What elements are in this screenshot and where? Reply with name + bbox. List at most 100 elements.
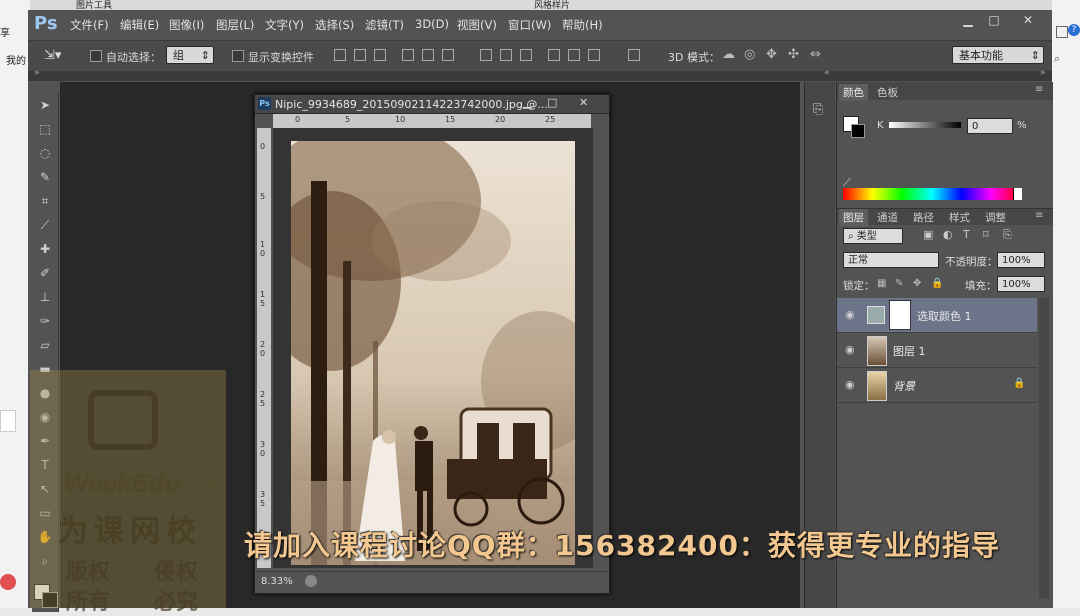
brush-tool-icon[interactable]: ✐ xyxy=(36,264,54,282)
color-ramp[interactable] xyxy=(843,188,1021,200)
eye-icon[interactable]: ◉ xyxy=(845,378,855,391)
distribute-right-icon[interactable] xyxy=(588,49,600,61)
move-tool-icon[interactable]: ➤ xyxy=(36,96,54,114)
layer-name[interactable]: 背景 xyxy=(893,378,915,394)
lock-all-icon[interactable]: 🔒 xyxy=(931,278,943,289)
help-icon[interactable]: ? xyxy=(1068,24,1080,36)
doc-restore-button[interactable]: □ xyxy=(547,96,557,109)
align-left-icon[interactable] xyxy=(402,49,414,61)
doc-minimize-button[interactable]: ▁ xyxy=(523,96,531,109)
filter-adjust-icon[interactable]: ◐ xyxy=(943,228,953,241)
eraser-tool-icon[interactable]: ▱ xyxy=(36,336,54,354)
menu-layer[interactable]: 图层(L) xyxy=(216,17,254,33)
distribute-vcenter-icon[interactable] xyxy=(500,49,512,61)
layers-panel-menu-icon[interactable]: ≡ xyxy=(1035,210,1043,221)
tab-adjustments[interactable]: 调整 xyxy=(981,209,1010,226)
k-value-input[interactable]: 0 xyxy=(967,118,1013,134)
tab-layers[interactable]: 图层 xyxy=(839,209,868,226)
eye-icon[interactable]: ◉ xyxy=(845,343,855,356)
tab-swatches[interactable]: 色板 xyxy=(873,84,902,101)
k-slider[interactable] xyxy=(889,122,961,128)
distribute-top-icon[interactable] xyxy=(480,49,492,61)
minimize-button[interactable]: ▁ xyxy=(960,13,976,27)
3d-pan-icon[interactable]: ✥ xyxy=(766,47,777,62)
collapse-right-icon[interactable]: » xyxy=(1040,68,1046,78)
layer-mask-thumb[interactable] xyxy=(889,300,911,330)
browser-app-icon[interactable] xyxy=(0,574,16,590)
align-right-icon[interactable] xyxy=(442,49,454,61)
lock-pixels-icon[interactable]: ▦ xyxy=(877,278,886,289)
color-bg-swatch[interactable] xyxy=(851,124,865,138)
3d-roll-icon[interactable]: ◎ xyxy=(744,47,755,62)
collapse-toolbox-icon[interactable]: » xyxy=(34,68,40,78)
stamp-tool-icon[interactable]: ⊥ xyxy=(36,288,54,306)
wedding-photo[interactable] xyxy=(291,141,575,565)
menu-filter[interactable]: 滤镜(T) xyxy=(365,17,404,33)
align-top-icon[interactable] xyxy=(334,49,346,61)
color-ramp-white[interactable] xyxy=(1013,188,1022,200)
crop-tool-icon[interactable]: ⌗ xyxy=(36,192,54,210)
layer-row-layer1[interactable]: ◉ 图层 1 xyxy=(837,333,1037,368)
tab-color[interactable]: 颜色 xyxy=(839,84,868,101)
auto-select-dropdown[interactable]: 组 ⇕ xyxy=(166,46,214,64)
menu-edit[interactable]: 编辑(E) xyxy=(120,17,159,33)
color-panel-menu-icon[interactable]: ≡ xyxy=(1035,84,1043,95)
lasso-tool-icon[interactable]: ◌ xyxy=(36,144,54,162)
filter-smart-icon[interactable]: ⎘ xyxy=(1003,228,1012,242)
menu-select[interactable]: 选择(S) xyxy=(315,17,354,33)
opacity-input[interactable]: 100% xyxy=(997,252,1045,268)
lock-paint-icon[interactable]: ✎ xyxy=(895,278,903,289)
healing-tool-icon[interactable]: ✚ xyxy=(36,240,54,258)
history-panel-icon[interactable]: ⎘ xyxy=(813,102,823,117)
blend-mode-dropdown[interactable]: 正常 xyxy=(843,252,939,268)
marquee-tool-icon[interactable]: ⬚ xyxy=(36,120,54,138)
distribute-bottom-icon[interactable] xyxy=(520,49,532,61)
close-button[interactable]: ✕ xyxy=(1020,13,1036,27)
auto-select-checkbox[interactable] xyxy=(90,50,102,62)
tab-paths[interactable]: 路径 xyxy=(909,209,938,226)
move-tool-icon[interactable]: ⇲▾ xyxy=(44,48,61,63)
eyedropper-tool-icon[interactable]: ⟋ xyxy=(36,216,54,234)
layer-filter-dropdown[interactable]: ⌕ 类型 xyxy=(843,228,903,244)
distribute-hcenter-icon[interactable] xyxy=(568,49,580,61)
show-transform-checkbox[interactable] xyxy=(232,50,244,62)
layer-name[interactable]: 选取颜色 1 xyxy=(917,308,972,324)
menu-window[interactable]: 窗口(W) xyxy=(508,17,551,33)
menu-image[interactable]: 图像(I) xyxy=(169,17,204,33)
align-vcenter-icon[interactable] xyxy=(354,49,366,61)
tab-channels[interactable]: 通道 xyxy=(873,209,902,226)
distribute-left-icon[interactable] xyxy=(548,49,560,61)
3d-rotate-icon[interactable]: ☁ xyxy=(722,47,735,62)
workspace-dropdown[interactable]: 基本功能 ⇕ xyxy=(952,46,1044,64)
menu-view[interactable]: 视图(V) xyxy=(457,17,497,33)
layer-row-background[interactable]: ◉ 背景 🔒 xyxy=(837,368,1037,403)
3d-slide-icon[interactable]: ✣ xyxy=(788,47,799,62)
quick-select-tool-icon[interactable]: ✎ xyxy=(36,168,54,186)
3d-scale-icon[interactable]: ⇔ xyxy=(810,47,821,62)
browser-checkbox[interactable] xyxy=(1056,26,1068,38)
layers-scrollbar[interactable] xyxy=(1039,298,1049,598)
collapse-panels-icon[interactable]: « xyxy=(824,68,830,78)
auto-align-icon[interactable] xyxy=(628,49,640,61)
filter-shape-icon[interactable]: ⌑ xyxy=(983,228,989,241)
eye-icon[interactable]: ◉ xyxy=(845,308,855,321)
zoom-level[interactable]: 8.33% xyxy=(261,576,293,587)
layer-row-selective-color[interactable]: ◉ 选取颜色 1 xyxy=(837,298,1037,333)
fill-input[interactable]: 100% xyxy=(997,276,1045,292)
tab-styles[interactable]: 样式 xyxy=(945,209,974,226)
menu-3d[interactable]: 3D(D) xyxy=(415,17,449,31)
lock-position-icon[interactable]: ✥ xyxy=(913,278,921,289)
history-brush-tool-icon[interactable]: ✑ xyxy=(36,312,54,330)
filter-type-icon[interactable]: T xyxy=(963,228,970,241)
align-bottom-icon[interactable] xyxy=(374,49,386,61)
filter-pixel-icon[interactable]: ▣ xyxy=(923,228,933,241)
menu-type[interactable]: 文字(Y) xyxy=(265,17,304,33)
restore-button[interactable]: □ xyxy=(986,13,1002,27)
layer-name[interactable]: 图层 1 xyxy=(893,343,926,359)
doc-close-button[interactable]: ✕ xyxy=(579,96,588,109)
menu-file[interactable]: 文件(F) xyxy=(70,17,109,33)
status-info-icon[interactable] xyxy=(305,575,317,587)
menu-help[interactable]: 帮助(H) xyxy=(562,17,603,33)
align-hcenter-icon[interactable] xyxy=(422,49,434,61)
search-icon[interactable]: ⌕ xyxy=(1054,52,1060,66)
